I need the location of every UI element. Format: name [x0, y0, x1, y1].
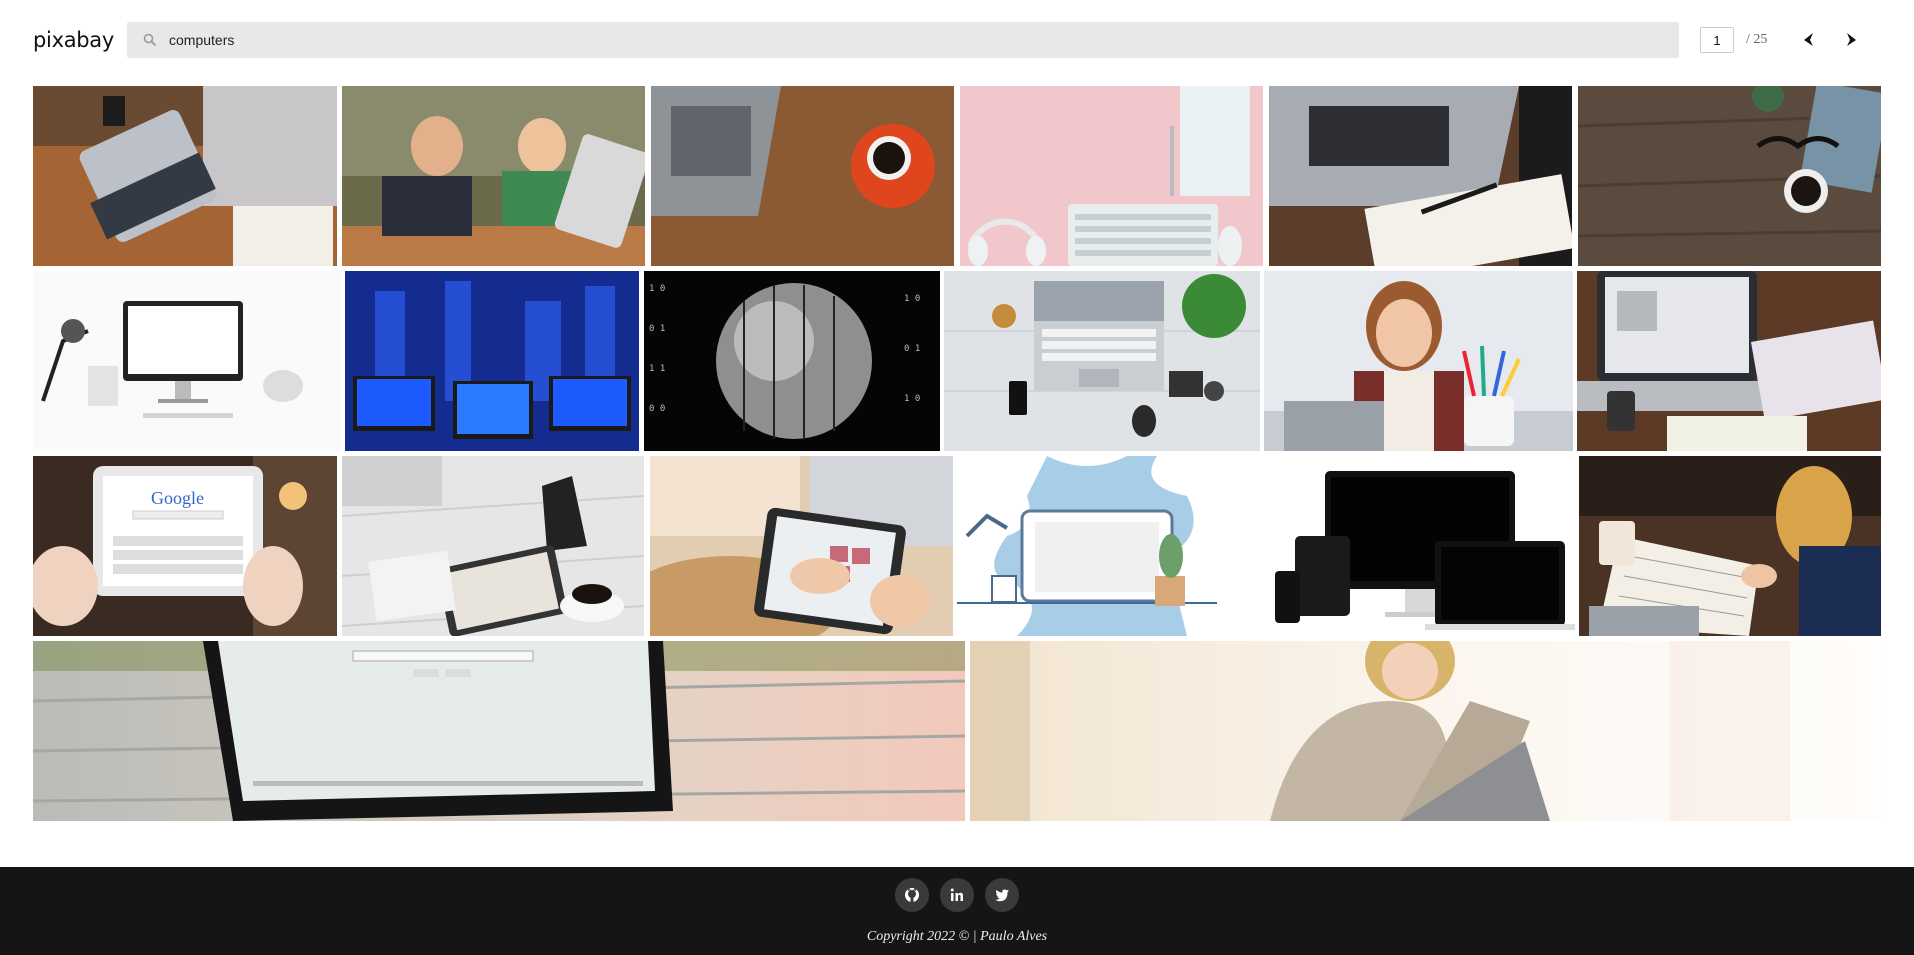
- image-tile-blue-monitors[interactable]: [345, 271, 639, 451]
- image-tile-woman-laptop[interactable]: [970, 641, 1881, 821]
- gallery-row: 1 0 0 1 1 1 0 0 1 0 0 1 1 0: [33, 271, 1881, 451]
- svg-text:1 0: 1 0: [904, 394, 920, 404]
- page-total: / 25: [1746, 32, 1768, 47]
- image-tile-imac-desk[interactable]: [33, 271, 341, 451]
- svg-text:1 1: 1 1: [649, 364, 665, 374]
- svg-text:0 1: 0 1: [904, 344, 920, 354]
- image-tile-tablet-hands[interactable]: [650, 456, 953, 636]
- linkedin-icon: [950, 888, 963, 901]
- svg-text:1 0: 1 0: [904, 294, 920, 304]
- prev-page-button[interactable]: [1796, 27, 1822, 53]
- image-tile-tablet-google[interactable]: Google: [33, 456, 337, 636]
- twitter-link[interactable]: [985, 878, 1019, 912]
- image-tile-laptop-illustration[interactable]: [957, 456, 1271, 636]
- svg-text:0 0: 0 0: [649, 404, 665, 414]
- image-tile-keyboard-headphones[interactable]: [960, 86, 1263, 266]
- svg-text:Google: Google: [151, 488, 204, 508]
- chevron-right-icon: [1847, 33, 1856, 46]
- image-tile-kids-laptop[interactable]: [342, 86, 645, 266]
- image-tile-laptop-typing[interactable]: [33, 86, 337, 266]
- github-link[interactable]: [895, 878, 929, 912]
- search-icon: [135, 22, 165, 58]
- image-tile-devices[interactable]: [1275, 456, 1577, 636]
- image-tile-notebook-people[interactable]: [1579, 456, 1881, 636]
- image-tile-laptop-flatlay[interactable]: [944, 271, 1260, 451]
- chevron-left-icon: [1804, 33, 1813, 46]
- header: pixabay / 25: [0, 0, 1914, 82]
- image-tile-tablet-coffee[interactable]: [342, 456, 644, 636]
- search-bar[interactable]: [127, 22, 1679, 58]
- pixabay-logo[interactable]: pixabay: [33, 28, 114, 52]
- gallery-row: Google: [33, 456, 1881, 636]
- gallery-row: [33, 86, 1881, 266]
- image-tile-laptop-hands[interactable]: [1577, 271, 1881, 451]
- linkedin-link[interactable]: [940, 878, 974, 912]
- svg-text:0 1: 0 1: [649, 324, 665, 334]
- footer: Copyright 2022 © | Paulo Alves: [0, 867, 1914, 955]
- github-icon: [905, 888, 919, 902]
- search-input[interactable]: [165, 22, 1645, 58]
- image-tile-desk-glasses[interactable]: [1578, 86, 1881, 266]
- image-tile-laptop-notebook[interactable]: [1269, 86, 1572, 266]
- page-number-input[interactable]: [1700, 27, 1734, 53]
- gallery-row: [33, 641, 1881, 821]
- copyright-text: Copyright 2022 © | Paulo Alves: [866, 929, 1048, 944]
- svg-text:1 0: 1 0: [649, 284, 665, 294]
- image-tile-binary-sphere[interactable]: 1 0 0 1 1 1 0 0 1 0 0 1 1 0: [644, 271, 940, 451]
- twitter-icon: [995, 889, 1009, 902]
- next-page-button[interactable]: [1838, 27, 1864, 53]
- image-tile-laptop-coffee[interactable]: [651, 86, 954, 266]
- pagination: / 25: [1700, 25, 1864, 55]
- image-tile-woman-pencil[interactable]: [1264, 271, 1573, 451]
- image-tile-macbook-search[interactable]: [33, 641, 965, 821]
